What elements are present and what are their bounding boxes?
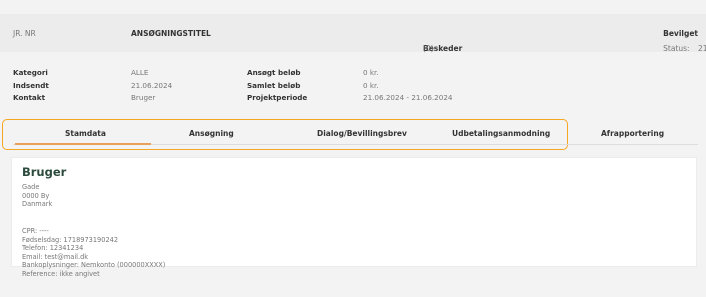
ansoegt-beloeb-label: Ansøgt beløb xyxy=(247,68,301,77)
status-label: Status: xyxy=(663,44,690,53)
tab-ansoegning[interactable]: Ansøgning xyxy=(189,129,234,138)
application-header: JR. NR ANSØGNINGSTITEL Beskeder (0) Stat… xyxy=(0,14,706,53)
address-country: Danmark xyxy=(22,200,53,209)
ansoegt-beloeb-value: 0 kr. xyxy=(363,68,379,77)
kategori-label: Kategori xyxy=(13,68,48,77)
detail-phone: Telefon: 12341234 xyxy=(22,244,84,253)
samlet-beloeb-value: 0 kr. xyxy=(363,80,379,90)
contact-card: Bruger Gade 0000 By Danmark CPR: ---- Fø… xyxy=(11,157,697,278)
status-date: 21.06.2024 xyxy=(698,44,706,53)
tab-stamdata[interactable]: Stamdata xyxy=(65,129,106,138)
status-info: Status: Bevilget 21.06.2024 xyxy=(663,29,706,53)
contact-details: CPR: ---- Fødselsdag: 1718973190242 Tele… xyxy=(22,227,165,279)
detail-cpr: CPR: ---- xyxy=(22,227,49,235)
detail-reference: Reference: ikke angivet xyxy=(22,269,100,278)
detail-email: Email: test@mail.dk xyxy=(22,252,89,261)
active-tab-indicator xyxy=(15,143,151,145)
address-city: 0000 By xyxy=(22,191,50,200)
tab-dialog-bevillingsbrev[interactable]: Dialog/Bevillingsbrev xyxy=(317,129,407,138)
tab-afrapportering[interactable]: Afrapportering xyxy=(601,129,664,138)
contact-name: Bruger xyxy=(22,165,67,179)
status-value: Bevilget xyxy=(663,29,698,38)
indsendt-value: 21.06.2024 xyxy=(131,80,173,90)
address-street: Gade xyxy=(22,183,40,191)
tab-udbetalingsanmodning[interactable]: Udbetalingsanmodning xyxy=(452,129,550,138)
jr-number-label: JR. NR xyxy=(13,29,36,38)
kategori-value: ALLE xyxy=(131,68,149,77)
kontakt-label: Kontakt xyxy=(13,93,45,102)
application-title-label: ANSØGNINGSTITEL xyxy=(131,29,211,38)
detail-birthday: Fødselsdag: 1718973190242 xyxy=(22,235,119,244)
detail-bank: Bankoplysninger: Nemkonto (000000XXXX) xyxy=(22,261,166,270)
contact-address: Gade 0000 By Danmark xyxy=(22,183,52,209)
messages-count: (0) xyxy=(423,44,434,53)
kontakt-value: Bruger xyxy=(131,93,156,102)
projektperiode-label: Projektperiode xyxy=(247,93,308,102)
indsendt-label: Indsendt xyxy=(13,80,49,90)
samlet-beloeb-label: Samlet beløb xyxy=(247,80,301,90)
projektperiode-value: 21.06.2024 - 21.06.2024 xyxy=(363,93,453,102)
